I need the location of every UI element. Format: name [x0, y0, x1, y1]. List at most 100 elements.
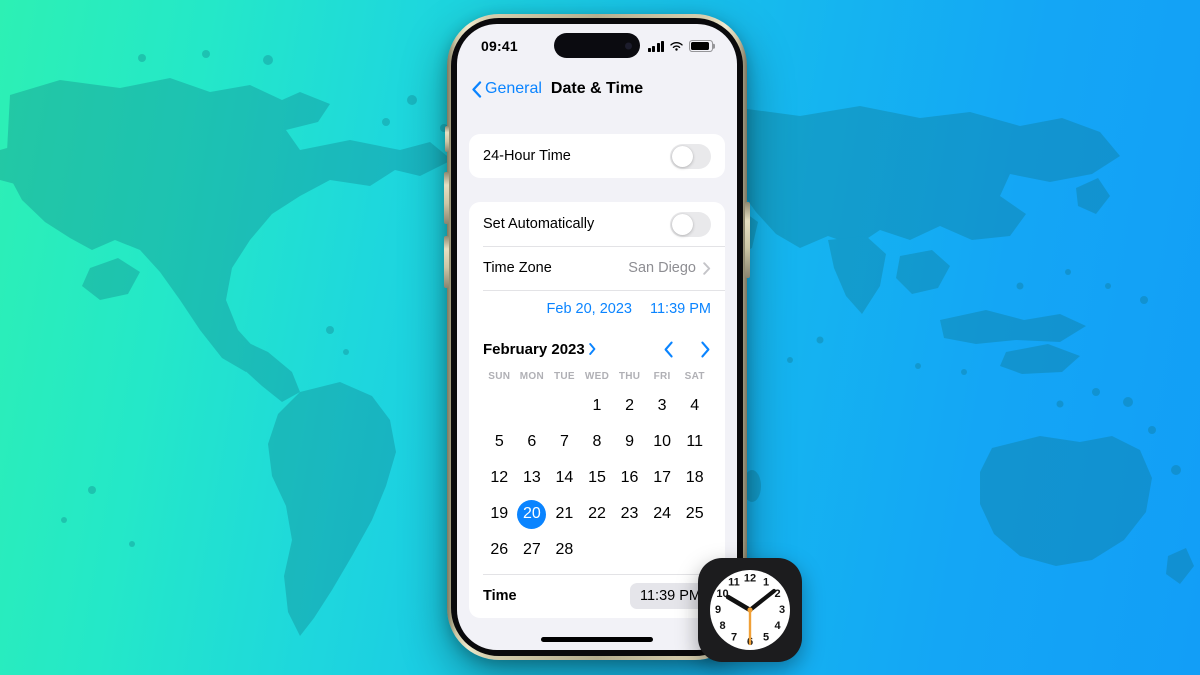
calendar: February 2023 SUN MON TUE WED THU FRI SA… — [469, 330, 725, 574]
calendar-prev-month-button[interactable] — [663, 341, 674, 358]
card-24hour-time: 24-Hour Time — [469, 134, 725, 178]
row-24hour-time[interactable]: 24-Hour Time — [469, 134, 725, 178]
calendar-next-month-button[interactable] — [700, 341, 711, 358]
row-24hour-time-label: 24-Hour Time — [483, 148, 571, 164]
calendar-day-label: 21 — [555, 505, 574, 522]
calendar-day-20[interactable]: 20 — [516, 496, 549, 532]
calendar-day-4[interactable]: 4 — [678, 388, 711, 424]
calendar-day-27[interactable]: 27 — [516, 532, 549, 568]
calendar-day-7[interactable]: 7 — [548, 424, 581, 460]
calendar-day-21[interactable]: 21 — [548, 496, 581, 532]
calendar-day-label: 9 — [625, 433, 635, 450]
calendar-day-8[interactable]: 8 — [581, 424, 614, 460]
calendar-day-2[interactable]: 2 — [613, 388, 646, 424]
toggle-set-automatically[interactable] — [670, 211, 711, 237]
calendar-day-10[interactable]: 10 — [646, 424, 679, 460]
volume-down-button[interactable] — [444, 236, 449, 288]
front-camera-icon — [625, 42, 632, 49]
calendar-day-label: 27 — [522, 541, 541, 558]
home-indicator[interactable] — [541, 637, 653, 642]
row-time-label: Time — [483, 588, 517, 604]
calendar-day-label: 18 — [685, 469, 704, 486]
status-bar-indicators — [647, 40, 713, 52]
silent-switch-button[interactable] — [445, 126, 449, 152]
calendar-day-26[interactable]: 26 — [483, 532, 516, 568]
calendar-day-label: 14 — [555, 469, 574, 486]
calendar-day-label: 26 — [490, 541, 509, 558]
screenshot-stage: 09:41 General Date & Time 24-Hour Time S… — [0, 0, 1200, 675]
calendar-day-18[interactable]: 18 — [678, 460, 711, 496]
calendar-day-5[interactable]: 5 — [483, 424, 516, 460]
row-set-automatically[interactable]: Set Automatically — [469, 202, 725, 246]
calendar-day-label: 8 — [592, 433, 602, 450]
calendar-weekday-tue: TUE — [553, 371, 575, 382]
calendar-day-25[interactable]: 25 — [678, 496, 711, 532]
calendar-day-label: 23 — [620, 505, 639, 522]
calendar-day-label: 11 — [686, 433, 703, 450]
calendar-weekday-sat: SAT — [684, 371, 705, 382]
clock-mark-3: 3 — [779, 604, 785, 616]
calendar-month-label: February 2023 — [483, 340, 585, 358]
clock-center-pin — [747, 607, 753, 613]
back-button-general[interactable]: General — [471, 80, 542, 98]
time-picker-button[interactable]: 11:39 PM — [650, 301, 711, 317]
calendar-day-14[interactable]: 14 — [548, 460, 581, 496]
clock-mark-9: 9 — [715, 604, 721, 616]
chevron-right-icon — [588, 343, 596, 355]
calendar-day-24[interactable]: 24 — [646, 496, 679, 532]
calendar-day-label: 24 — [653, 505, 672, 522]
calendar-day-3[interactable]: 3 — [646, 388, 679, 424]
back-button-label: General — [485, 80, 542, 97]
calendar-day-6[interactable]: 6 — [516, 424, 549, 460]
row-time-zone[interactable]: Time Zone San Diego — [469, 246, 725, 290]
row-date-time-buttons: Feb 20, 2023 11:39 PM — [469, 290, 725, 330]
calendar-day-label: 10 — [653, 433, 672, 450]
row-time-zone-value: San Diego — [628, 260, 696, 276]
calendar-day-9[interactable]: 9 — [613, 424, 646, 460]
status-bar: 09:41 — [457, 24, 737, 68]
calendar-month-selector[interactable]: February 2023 — [483, 341, 596, 358]
calendar-day-28[interactable]: 28 — [548, 532, 581, 568]
calendar-day-label: 12 — [490, 469, 509, 486]
clock-mark-8: 8 — [719, 620, 725, 632]
clock-mark-5: 5 — [763, 631, 769, 643]
chevron-left-icon — [472, 80, 482, 98]
navigation-bar: General Date & Time — [457, 68, 737, 110]
date-picker-button[interactable]: Feb 20, 2023 — [547, 301, 632, 317]
calendar-weekday-thu: THU — [618, 371, 641, 382]
spacer-between-cards — [469, 178, 725, 202]
calendar-day-label: 16 — [620, 469, 639, 486]
calendar-day-label: 15 — [588, 469, 606, 486]
dynamic-island — [554, 33, 640, 58]
battery-icon — [689, 40, 713, 52]
calendar-day-label: 2 — [625, 397, 635, 414]
row-set-automatically-label: Set Automatically — [483, 216, 595, 232]
calendar-day-17[interactable]: 17 — [646, 460, 679, 496]
calendar-day-label: 25 — [685, 505, 704, 522]
calendar-day-22[interactable]: 22 — [581, 496, 614, 532]
calendar-nav — [663, 341, 711, 358]
calendar-day-23[interactable]: 23 — [613, 496, 646, 532]
row-time[interactable]: Time 11:39 PM — [469, 574, 725, 618]
calendar-day-label: 28 — [555, 541, 574, 558]
clock-mark-7: 7 — [731, 631, 737, 643]
calendar-day-11[interactable]: 11 — [678, 424, 711, 460]
calendar-day-1[interactable]: 1 — [581, 388, 614, 424]
calendar-day-16[interactable]: 16 — [613, 460, 646, 496]
calendar-day-15[interactable]: 15 — [581, 460, 614, 496]
clock-app-icon[interactable]: 12 1 2 3 4 5 6 7 8 9 10 11 — [698, 558, 802, 662]
power-button[interactable] — [745, 202, 750, 278]
calendar-day-19[interactable]: 19 — [483, 496, 516, 532]
clock-mark-11: 11 — [728, 576, 740, 588]
calendar-day-12[interactable]: 12 — [483, 460, 516, 496]
volume-up-button[interactable] — [444, 172, 449, 224]
calendar-day-label: 6 — [527, 433, 537, 450]
chevron-right-icon — [703, 261, 711, 275]
cellular-signal-icon — [647, 40, 664, 52]
calendar-day-13[interactable]: 13 — [516, 460, 549, 496]
calendar-day-label: 13 — [522, 469, 541, 486]
calendar-weekday-header: SUN MON TUE WED THU FRI SAT — [483, 366, 711, 388]
card-date-time: Set Automatically Time Zone San Diego Fe… — [469, 202, 725, 618]
toggle-24hour-time[interactable] — [670, 143, 711, 169]
calendar-day-label: 1 — [592, 397, 602, 414]
